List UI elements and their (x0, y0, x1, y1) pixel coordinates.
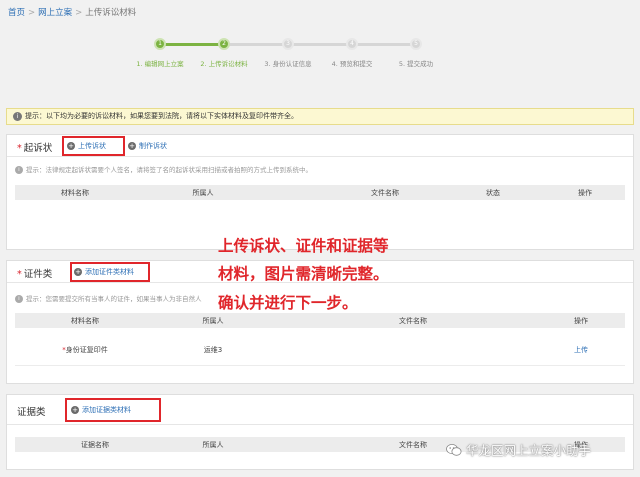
column-header: 所属人 (202, 317, 224, 325)
step-node-5: 5 (410, 38, 422, 50)
step-connector (224, 43, 288, 46)
info-icon: i (15, 166, 23, 174)
step-node-4: 4 (346, 38, 358, 50)
column-header: 所属人 (192, 189, 214, 197)
row-divider (15, 365, 625, 366)
step-node-1: 1 (154, 38, 166, 50)
step-label-2: 2. 上传诉讼材料 (200, 60, 248, 68)
column-header: 所属人 (202, 441, 224, 449)
info-icon: i (15, 295, 23, 303)
highlight-box (70, 262, 150, 282)
breadcrumb: 首页 > 网上立案 > 上传诉讼材料 (8, 6, 136, 18)
add-circle-icon: + (128, 142, 136, 150)
column-header: 文件名称 (399, 441, 427, 449)
column-header: 材料名称 (71, 317, 99, 325)
certificates-title: * 证件类 (17, 269, 53, 280)
certificates-tip: i 提示：您需要提交所有当事人的证件，如果当事人为非自然人 (15, 293, 202, 303)
column-header: 文件名称 (371, 189, 399, 197)
required-mark: * (17, 269, 22, 280)
step-label-3: 3. 身份认证信息 (264, 60, 312, 68)
step-connector (352, 43, 416, 46)
notice-text: 提示：以下均为必要的诉讼材料，如果您要到法院，请将以下实体材料及复印件带齐全。 (25, 112, 298, 120)
step-label-4: 4. 预览和提交 (331, 60, 373, 68)
material-name-cell: *身份证复印件 (62, 346, 108, 354)
column-header: 操作 (578, 189, 592, 197)
column-header: 操作 (574, 317, 588, 325)
notice-bar: i 提示：以下均为必要的诉讼材料，如果您要到法院，请将以下实体材料及复印件带齐全。 (6, 108, 634, 125)
step-label-5: 5. 提交成功 (398, 60, 434, 68)
complaint-panel: * 起诉状 + 上传诉状 + 制作诉状 i 提示：法律规定起诉状需要个人签名，请将签了名… (6, 134, 634, 250)
evidence-panel: 证据类 + 添加证据类材料 证据名称 所属人 文件名称 操作 (6, 394, 634, 470)
evidence-title: 证据类 (17, 407, 46, 418)
breadcrumb-section-link[interactable]: 网上立案 (38, 8, 72, 18)
breadcrumb-current: 上传诉讼材料 (85, 8, 137, 18)
step-node-2: 2 (218, 38, 230, 50)
certificates-table-header: 材料名称 所属人 文件名称 操作 (15, 313, 625, 328)
wechat-icon (446, 443, 462, 460)
step-connector (288, 43, 352, 46)
owner-cell: 运维3 (203, 346, 223, 354)
annotation-line-1: 上传诉状、证件和证据等 (218, 237, 389, 255)
column-header: 材料名称 (61, 189, 89, 197)
step-connector (160, 43, 224, 46)
annotation-line-3: 确认并进行下一步。 (218, 294, 358, 312)
breadcrumb-separator: > (28, 8, 36, 18)
upload-link[interactable]: 上传 (574, 345, 588, 355)
breadcrumb-home-link[interactable]: 首页 (8, 8, 25, 18)
annotation-line-2: 材料，图片需清晰完整。 (218, 265, 389, 283)
watermark-text: 华龙区网上立案小助手 (466, 443, 592, 458)
highlight-box (62, 136, 125, 156)
required-mark: * (17, 143, 22, 154)
breadcrumb-separator: > (75, 8, 83, 18)
column-header: 文件名称 (399, 317, 427, 325)
watermark: 华龙区网上立案小助手 (446, 440, 591, 458)
step-label-1: 1. 编辑网上立案 (136, 60, 184, 68)
complaint-tip: i 提示：法律规定起诉状需要个人签名，请将签了名的起诉状采用扫描或者拍照的方式上传… (15, 164, 312, 174)
info-icon: i (13, 111, 22, 121)
column-header: 证据名称 (81, 441, 109, 449)
make-complaint-button[interactable]: + 制作诉状 (128, 141, 167, 151)
step-progress: 1 2 3 4 5 1. 编辑网上立案 2. 上传诉讼材料 3. 身份认证信息 … (120, 38, 460, 74)
complaint-table-header: 材料名称 所属人 文件名称 状态 操作 (15, 185, 625, 200)
step-node-3: 3 (282, 38, 294, 50)
column-header: 状态 (486, 189, 500, 197)
complaint-title: * 起诉状 (17, 143, 53, 154)
highlight-box (65, 398, 161, 422)
